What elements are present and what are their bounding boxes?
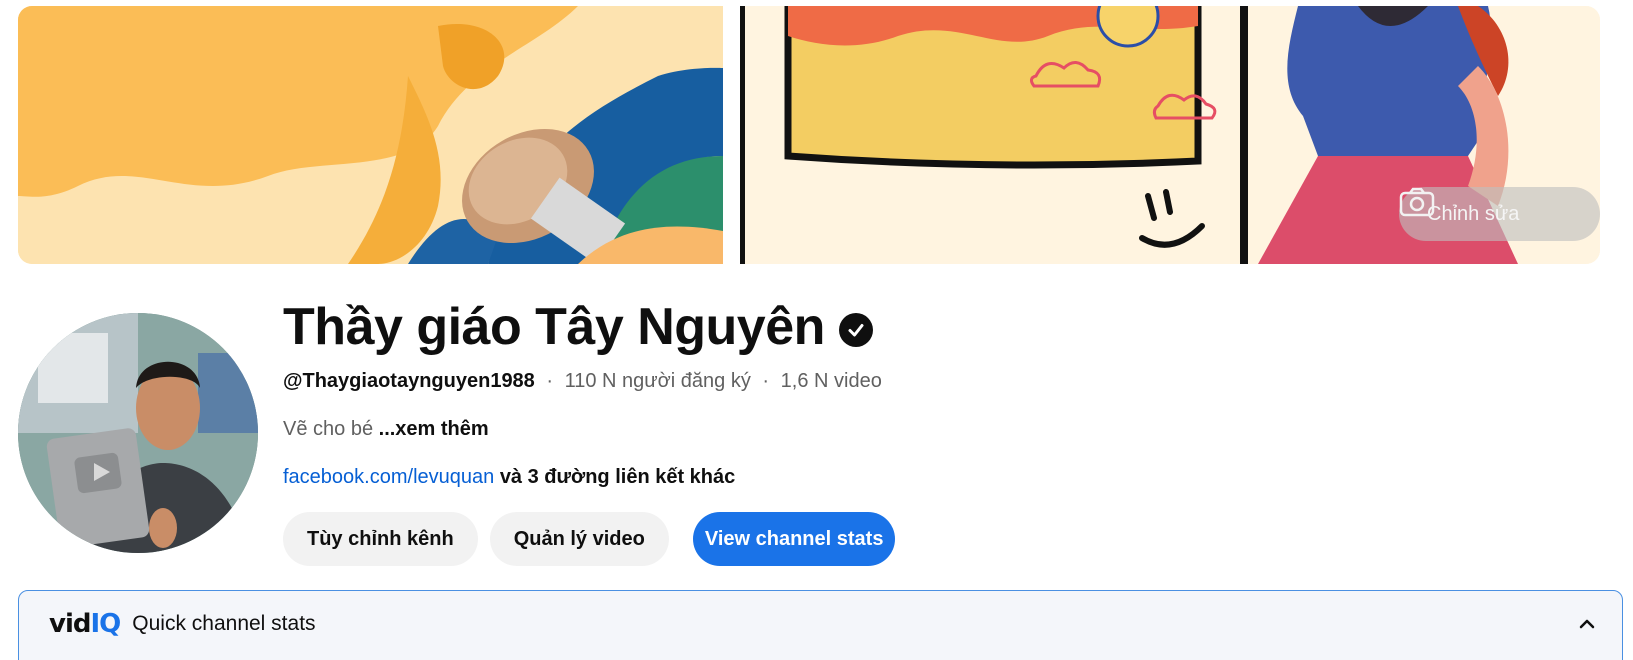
facebook-link[interactable]: facebook.com/levuquan [283, 466, 494, 488]
vidiq-header[interactable]: vid IQ Quick channel stats [49, 609, 316, 639]
channel-links: facebook.com/levuquan và 3 đường liên kế… [283, 466, 735, 489]
avatar-image [18, 313, 258, 553]
video-count: 1,6 N video [780, 370, 882, 392]
customize-channel-button[interactable]: Tùy chỉnh kênh [283, 512, 478, 566]
meta-separator: · [546, 370, 554, 392]
banner-artwork [18, 6, 1600, 264]
subscriber-count: 110 N người đăng ký [564, 370, 751, 392]
view-channel-stats-button[interactable]: View channel stats [692, 512, 896, 566]
camera-icon [1399, 187, 1435, 217]
channel-title-row: Thầy giáo Tây Nguyên [283, 296, 873, 358]
vidiq-logo: vid IQ [49, 609, 121, 639]
description-text: Vẽ cho bé [283, 418, 374, 440]
channel-actions: Tùy chỉnh kênh Quản lý video View channe… [283, 512, 896, 566]
channel-banner: Chỉnh sửa [18, 6, 1600, 264]
channel-handle: @Thaygiaotaynguyen1988 [283, 370, 535, 392]
vidiq-logo-iq: IQ [90, 609, 121, 639]
checkmark-badge-icon [838, 313, 873, 347]
more-links-link[interactable]: và 3 đường liên kết khác [500, 466, 735, 488]
vidiq-panel: vid IQ Quick channel stats [18, 590, 1623, 660]
edit-banner-button[interactable]: Chỉnh sửa [1399, 187, 1600, 241]
vidiq-logo-vid: vid [49, 609, 91, 639]
vidiq-panel-title: Quick channel stats [132, 612, 316, 635]
chevron-up-icon[interactable] [1576, 613, 1598, 635]
channel-meta: @Thaygiaotaynguyen1988 · 110 N người đăn… [283, 370, 882, 393]
channel-description[interactable]: Vẽ cho bé ...xem thêm [283, 418, 489, 441]
manage-videos-button[interactable]: Quản lý video [489, 512, 669, 566]
show-more-link[interactable]: ...xem thêm [379, 418, 489, 440]
edit-banner-label: Chỉnh sửa [1427, 202, 1520, 225]
channel-name: Thầy giáo Tây Nguyên [283, 298, 825, 356]
channel-avatar[interactable] [18, 313, 258, 553]
meta-separator: · [762, 370, 770, 392]
